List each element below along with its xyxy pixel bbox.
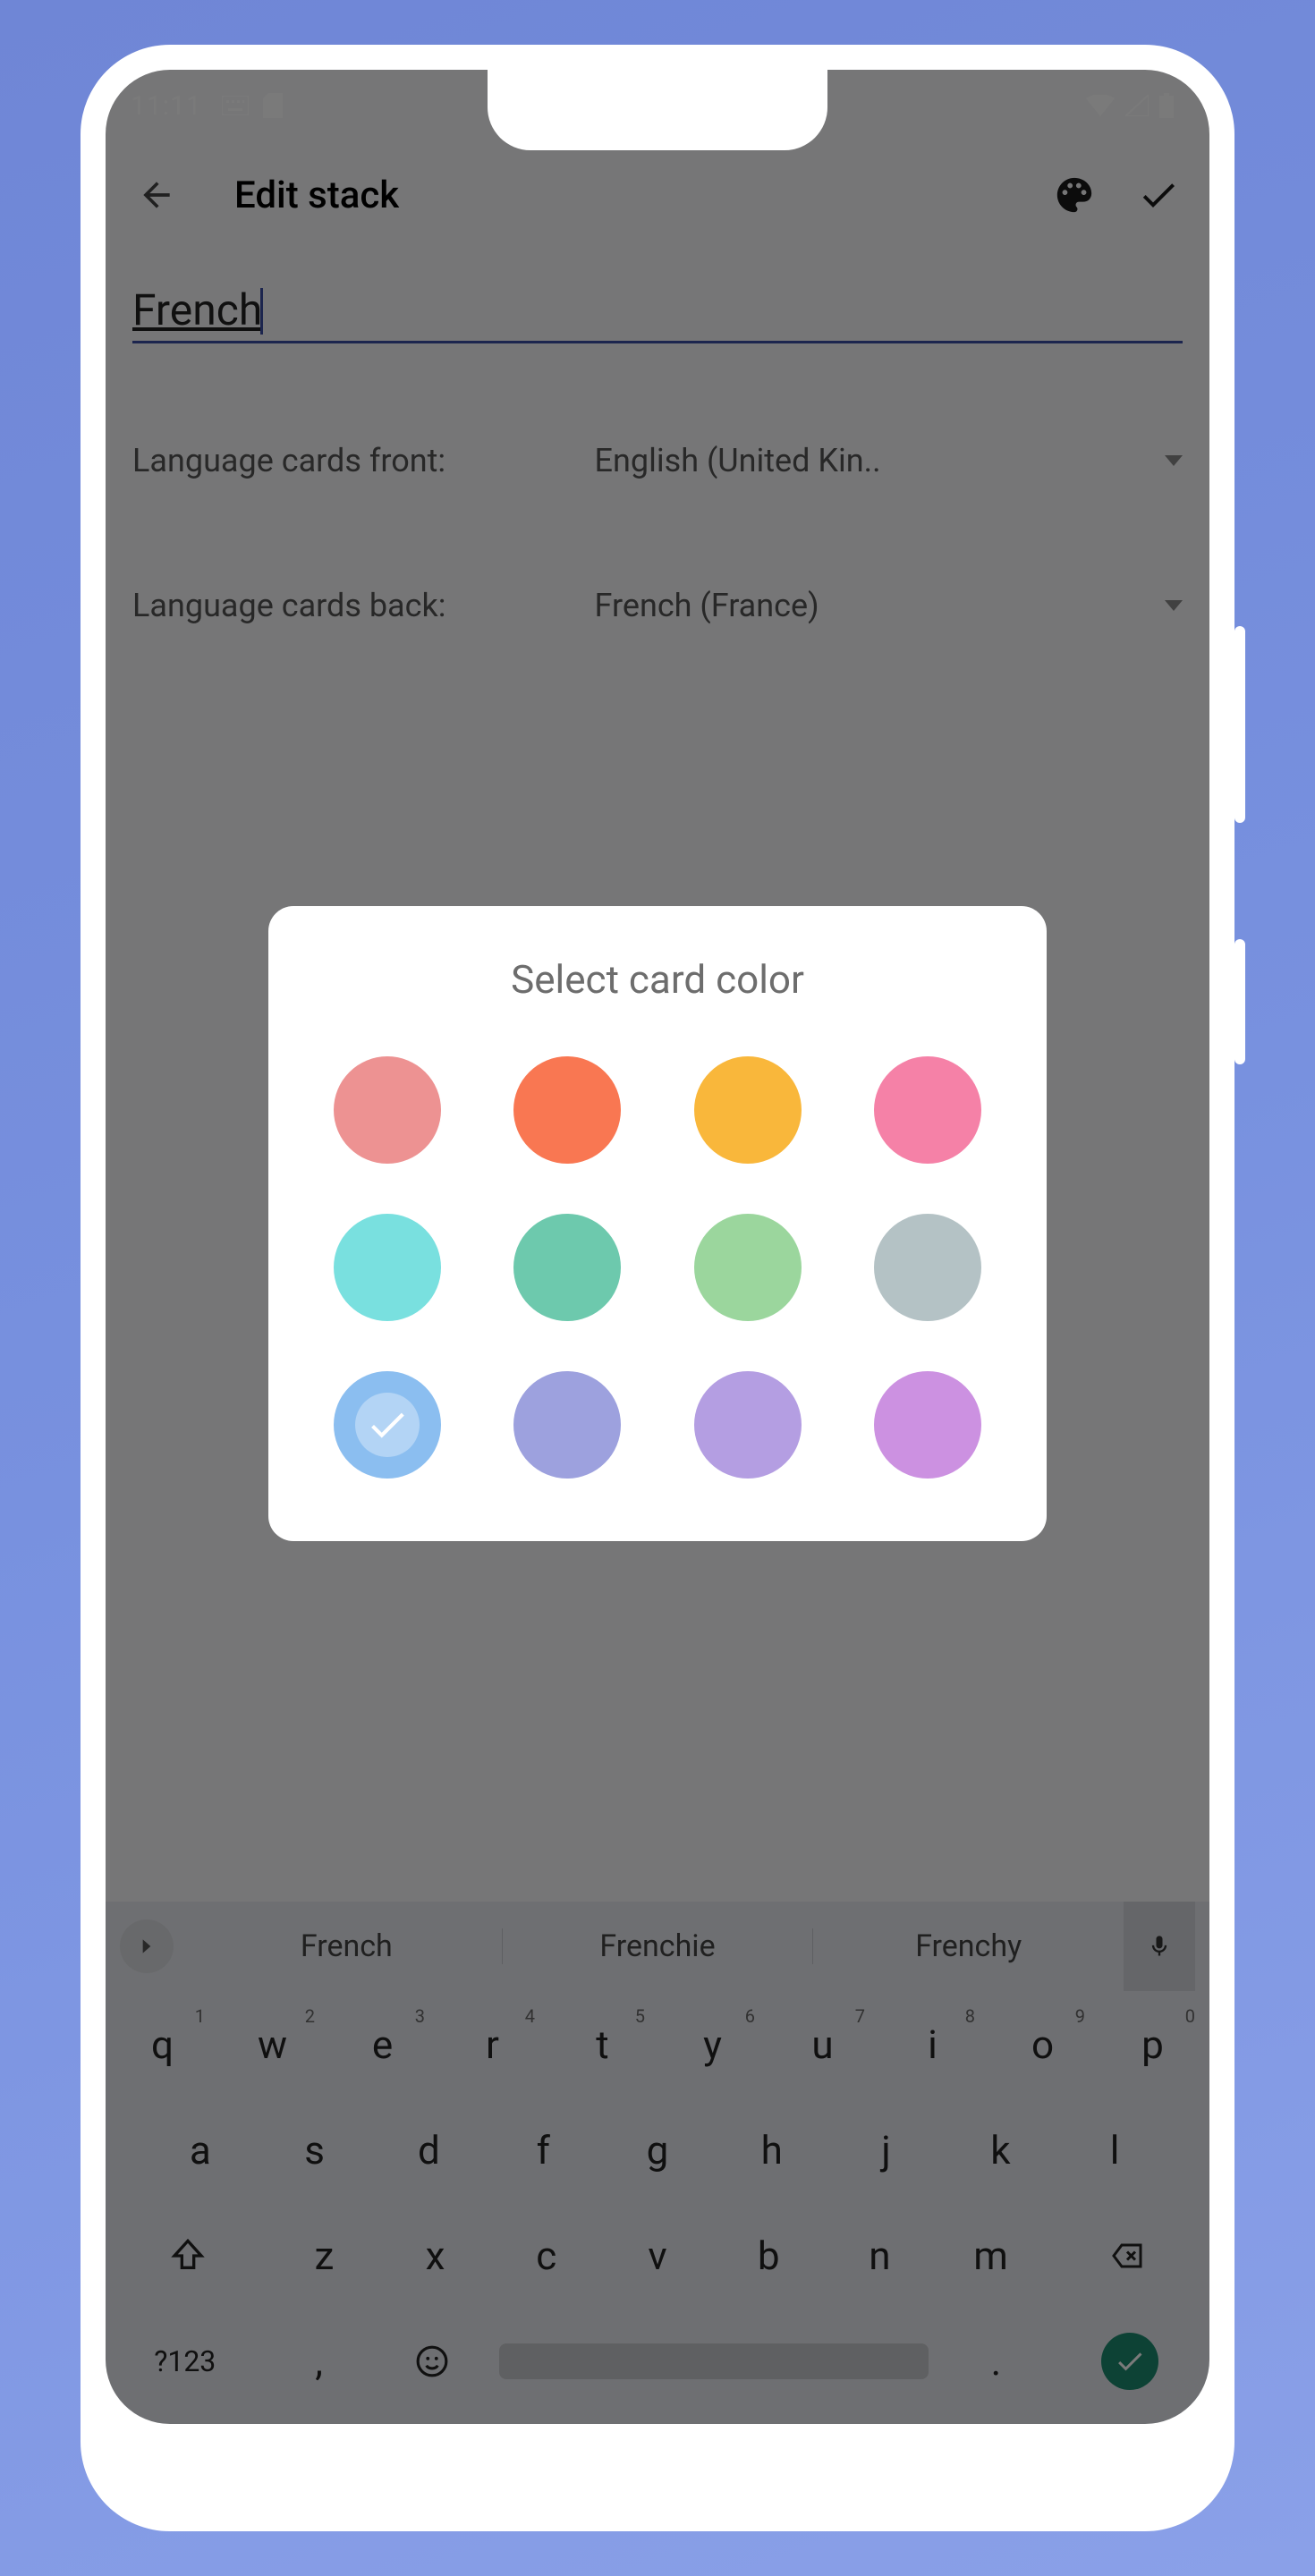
color-swatch-lavender[interactable] <box>694 1371 802 1479</box>
check-icon <box>365 1402 410 1447</box>
color-swatch-teal[interactable] <box>513 1214 621 1321</box>
dialog-title: Select card color <box>322 956 993 1003</box>
color-swatch-slate[interactable] <box>874 1214 981 1321</box>
screen: 11:11 Edit stack <box>106 70 1209 2424</box>
color-swatch-mint[interactable] <box>694 1214 802 1321</box>
power-button[interactable] <box>1234 939 1245 1064</box>
color-swatch-periwinkle[interactable] <box>513 1371 621 1479</box>
color-swatch-coral[interactable] <box>513 1056 621 1164</box>
color-swatch-amber[interactable] <box>694 1056 802 1164</box>
color-swatch-orchid[interactable] <box>874 1371 981 1479</box>
color-swatch-salmon[interactable] <box>334 1056 441 1164</box>
color-swatch-cyan[interactable] <box>334 1214 441 1321</box>
device-frame: 11:11 Edit stack <box>81 45 1234 2531</box>
color-swatch-grid <box>322 1056 993 1479</box>
color-swatch-pink[interactable] <box>874 1056 981 1164</box>
display-notch <box>488 70 827 150</box>
volume-button[interactable] <box>1234 626 1245 823</box>
color-swatch-sky-blue[interactable] <box>334 1371 441 1479</box>
select-card-color-dialog: Select card color <box>268 906 1047 1541</box>
